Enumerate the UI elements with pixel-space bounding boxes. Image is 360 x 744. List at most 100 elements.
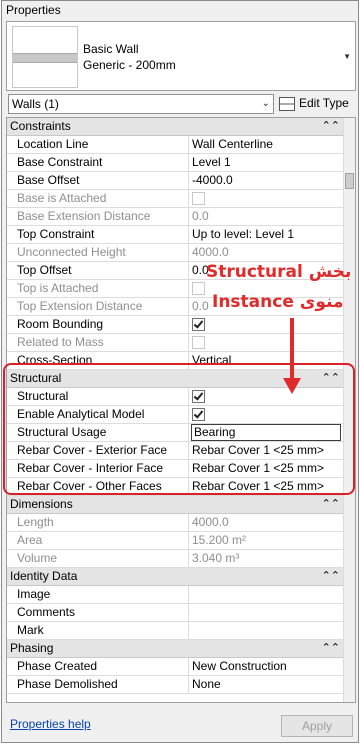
property-value[interactable]: None	[189, 676, 343, 693]
checkmark-icon	[193, 318, 204, 329]
property-label: Base Offset	[7, 172, 189, 189]
property-value[interactable]: Level 1	[189, 154, 343, 171]
property-row: Volume 3.040 m³	[7, 550, 343, 568]
type-subtype: Generic - 200mm	[83, 58, 176, 72]
property-row[interactable]: Mark	[7, 622, 343, 640]
property-label: Location Line	[7, 136, 189, 153]
property-label: Base Extension Distance	[7, 208, 189, 225]
wall-type-thumbnail	[12, 26, 78, 88]
group-header-phasing[interactable]: Phasing ⌃⌃	[7, 640, 343, 658]
property-value[interactable]: New Construction	[189, 658, 343, 675]
instance-filter-value: Walls (1)	[12, 97, 59, 111]
group-header-identity-data[interactable]: Identity Data ⌃⌃	[7, 568, 343, 586]
checkbox-disabled	[192, 192, 205, 205]
property-label: Structural	[7, 388, 189, 405]
property-row[interactable]: Phase Demolished None	[7, 676, 343, 694]
property-value[interactable]	[189, 388, 343, 405]
group-header-constraints[interactable]: Constraints ⌃⌃	[7, 118, 343, 136]
group-label: Dimensions	[10, 497, 73, 511]
property-row: Length 4000.0	[7, 514, 343, 532]
property-label: Top Extension Distance	[7, 298, 189, 315]
property-value: 4000.0	[192, 515, 229, 529]
property-row[interactable]: Base Offset -4000.0	[7, 172, 343, 190]
property-label: Base Constraint	[7, 154, 189, 171]
property-row[interactable]: Structural Usage Bearing	[7, 424, 343, 442]
property-label: Comments	[7, 604, 189, 621]
property-label: Top Offset	[7, 262, 189, 279]
type-dropdown-arrow-icon[interactable]: ▼	[343, 52, 351, 61]
property-value: 15.200 m²	[192, 533, 247, 547]
property-row[interactable]: Comments	[7, 604, 343, 622]
property-row[interactable]: Location Line Wall Centerline	[7, 136, 343, 154]
property-label: Image	[7, 586, 189, 603]
property-row[interactable]: Phase Created New Construction	[7, 658, 343, 676]
vertical-scrollbar[interactable]	[343, 118, 355, 702]
palette-title: Properties	[6, 3, 61, 17]
structural-usage-field[interactable]: Bearing	[191, 424, 341, 441]
property-label: Length	[7, 514, 189, 531]
property-value[interactable]: Up to level: Level 1	[189, 226, 343, 243]
property-label: Base is Attached	[7, 190, 189, 207]
analytical-model-checkbox[interactable]	[192, 408, 205, 421]
property-label: Top Constraint	[7, 226, 189, 243]
property-row: Unconnected Height 4000.0	[7, 244, 343, 262]
property-label: Structural Usage	[7, 424, 189, 441]
apply-button[interactable]: Apply	[281, 715, 353, 737]
type-selector[interactable]: Basic Wall Generic - 200mm ▼	[6, 21, 356, 91]
type-name: Basic Wall	[83, 42, 139, 56]
property-label: Volume	[7, 550, 189, 567]
checkmark-icon	[193, 408, 204, 419]
instance-filter-dropdown[interactable]: Walls (1) ⌄	[8, 94, 274, 114]
property-row: Base Extension Distance 0.0	[7, 208, 343, 226]
structural-checkbox[interactable]	[192, 390, 205, 403]
property-row: Base is Attached	[7, 190, 343, 208]
room-bounding-checkbox[interactable]	[192, 318, 205, 331]
property-value	[189, 334, 343, 351]
properties-help-link[interactable]: Properties help	[10, 717, 91, 731]
property-value: 0.0	[192, 209, 209, 223]
property-value[interactable]: Rebar Cover 1 <25 mm>	[189, 442, 343, 459]
chevron-down-icon[interactable]: ⌄	[262, 95, 270, 113]
edit-type-button[interactable]: Edit Type	[279, 93, 351, 115]
double-chevron-up-icon[interactable]: ⌃⌃	[322, 496, 340, 513]
property-value[interactable]: Rebar Cover 1 <25 mm>	[189, 478, 343, 495]
property-value	[189, 190, 343, 207]
property-label: Rebar Cover - Interior Face	[7, 460, 189, 477]
scrollbar-thumb[interactable]	[345, 173, 354, 189]
group-header-dimensions[interactable]: Dimensions ⌃⌃	[7, 496, 343, 514]
property-row: Area 15.200 m²	[7, 532, 343, 550]
property-label: Cross-Section	[7, 352, 189, 369]
property-value[interactable]: Vertical	[189, 352, 343, 369]
property-value[interactable]	[189, 604, 343, 621]
property-row[interactable]: Top Constraint Up to level: Level 1	[7, 226, 343, 244]
property-row[interactable]: Image	[7, 586, 343, 604]
group-label: Phasing	[10, 641, 54, 655]
group-label: Constraints	[10, 119, 71, 133]
property-value[interactable]: -4000.0	[189, 172, 343, 189]
property-value[interactable]: Rebar Cover 1 <25 mm>	[189, 460, 343, 477]
property-value[interactable]	[189, 406, 343, 423]
annotation-line1: بخش Structural	[206, 262, 352, 282]
property-value: 4000.0	[192, 245, 229, 259]
double-chevron-up-icon[interactable]: ⌃⌃	[322, 640, 340, 657]
property-value[interactable]	[189, 316, 343, 333]
double-chevron-up-icon[interactable]: ⌃⌃	[322, 568, 340, 585]
properties-grid: Constraints ⌃⌃ Location Line Wall Centerl…	[6, 117, 356, 703]
property-value[interactable]	[189, 622, 343, 639]
property-row[interactable]: Enable Analytical Model	[7, 406, 343, 424]
property-label: Rebar Cover - Exterior Face	[7, 442, 189, 459]
checkbox-disabled	[192, 282, 205, 295]
property-value[interactable]: Wall Centerline	[189, 136, 343, 153]
property-row[interactable]: Base Constraint Level 1	[7, 154, 343, 172]
property-label: Unconnected Height	[7, 244, 189, 261]
property-row[interactable]: Rebar Cover - Interior Face Rebar Cover 1…	[7, 460, 343, 478]
property-label: Phase Demolished	[7, 676, 189, 693]
property-value[interactable]	[189, 586, 343, 603]
property-row[interactable]: Rebar Cover - Other Faces Rebar Cover 1 <…	[7, 478, 343, 496]
property-row[interactable]: Rebar Cover - Exterior Face Rebar Cover 1…	[7, 442, 343, 460]
double-chevron-up-icon[interactable]: ⌃⌃	[322, 118, 340, 135]
checkbox-disabled	[192, 336, 205, 349]
double-chevron-up-icon[interactable]: ⌃⌃	[322, 370, 340, 387]
property-label: Top is Attached	[7, 280, 189, 297]
property-label: Mark	[7, 622, 189, 639]
